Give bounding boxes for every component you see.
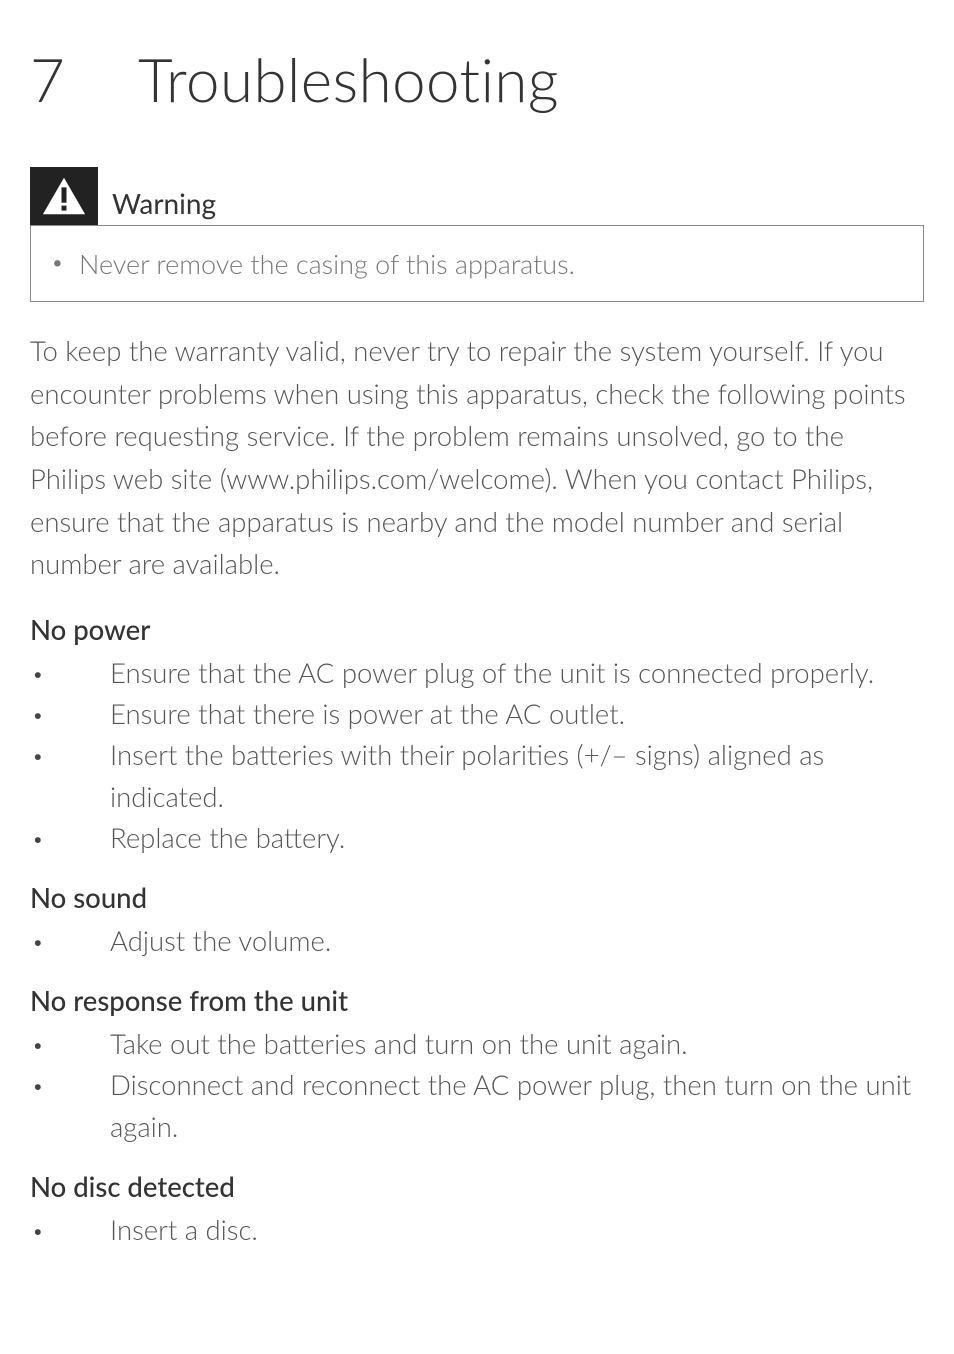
- list-item-text: Insert the batteries with their polariti…: [110, 734, 924, 817]
- warning-header: Warning: [30, 167, 924, 226]
- warning-label: Warning: [98, 169, 216, 224]
- list-item-text: Ensure that there is power at the AC out…: [110, 693, 924, 734]
- list-item-text: Disconnect and reconnect the AC power pl…: [110, 1064, 924, 1147]
- warning-icon: [30, 167, 98, 225]
- warning-callout: Warning • Never remove the casing of thi…: [30, 167, 924, 302]
- warning-item-text: Never remove the casing of this apparatu…: [79, 244, 575, 283]
- section-no-disc: No disc detected •Insert a disc.: [30, 1167, 924, 1250]
- chapter-number: 7: [30, 36, 138, 123]
- bullet-dot: •: [30, 693, 110, 730]
- warning-item: • Never remove the casing of this appara…: [51, 244, 903, 283]
- section-list: •Take out the batteries and turn on the …: [30, 1023, 924, 1147]
- list-item: •Adjust the volume.: [30, 920, 924, 961]
- section-list: •Adjust the volume.: [30, 920, 924, 961]
- section-no-response: No response from the unit •Take out the …: [30, 981, 924, 1147]
- chapter-heading: 7Troubleshooting: [30, 36, 924, 123]
- section-heading: No sound: [30, 878, 924, 918]
- list-item: •Ensure that the AC power plug of the un…: [30, 652, 924, 693]
- bullet-dot: •: [51, 244, 79, 283]
- bullet-dot: •: [30, 734, 110, 771]
- list-item-text: Insert a disc.: [110, 1209, 924, 1250]
- list-item: •Replace the battery.: [30, 817, 924, 858]
- list-item: •Take out the batteries and turn on the …: [30, 1023, 924, 1064]
- chapter-title: Troubleshooting: [138, 43, 559, 115]
- intro-paragraph: To keep the warranty valid, never try to…: [30, 330, 924, 586]
- bullet-dot: •: [30, 817, 110, 854]
- list-item: •Insert a disc.: [30, 1209, 924, 1250]
- bullet-dot: •: [30, 1209, 110, 1246]
- list-item-text: Take out the batteries and turn on the u…: [110, 1023, 924, 1064]
- warning-body: • Never remove the casing of this appara…: [30, 226, 924, 302]
- section-heading: No power: [30, 610, 924, 650]
- list-item-text: Adjust the volume.: [110, 920, 924, 961]
- list-item: •Disconnect and reconnect the AC power p…: [30, 1064, 924, 1147]
- bullet-dot: •: [30, 920, 110, 957]
- bullet-dot: •: [30, 652, 110, 689]
- section-heading: No disc detected: [30, 1167, 924, 1207]
- list-item: •Ensure that there is power at the AC ou…: [30, 693, 924, 734]
- section-no-power: No power •Ensure that the AC power plug …: [30, 610, 924, 858]
- bullet-dot: •: [30, 1023, 110, 1060]
- section-heading: No response from the unit: [30, 981, 924, 1021]
- section-no-sound: No sound •Adjust the volume.: [30, 878, 924, 961]
- section-list: •Ensure that the AC power plug of the un…: [30, 652, 924, 858]
- list-item: •Insert the batteries with their polarit…: [30, 734, 924, 817]
- bullet-dot: •: [30, 1064, 110, 1101]
- list-item-text: Ensure that the AC power plug of the uni…: [110, 652, 924, 693]
- section-list: •Insert a disc.: [30, 1209, 924, 1250]
- list-item-text: Replace the battery.: [110, 817, 924, 858]
